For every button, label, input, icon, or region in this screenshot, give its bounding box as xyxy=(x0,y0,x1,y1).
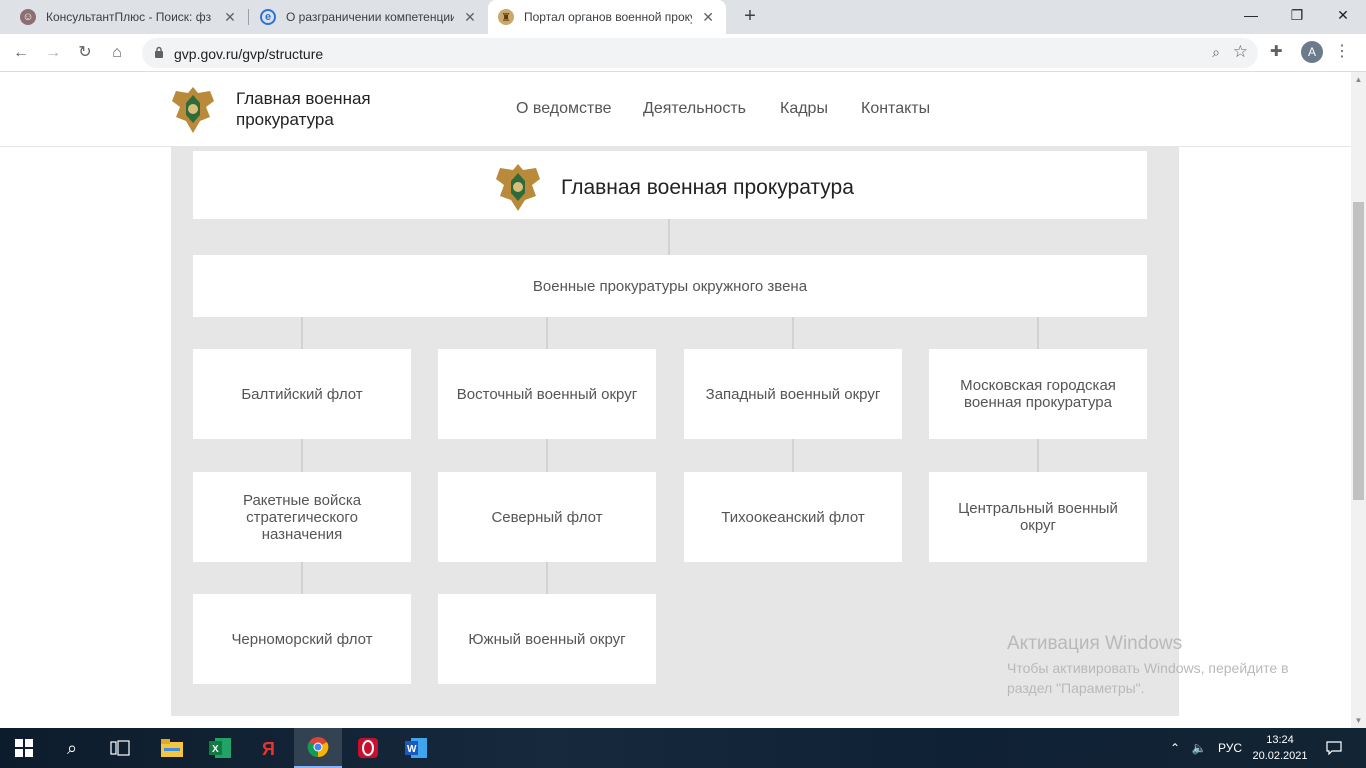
language-indicator[interactable]: РУС xyxy=(1216,728,1244,768)
edge-e-icon: e xyxy=(260,9,276,25)
taskbar-clock[interactable]: 13:24 20.02.2021 xyxy=(1252,732,1308,764)
connector-line xyxy=(1037,439,1039,472)
unit-moscow-city[interactable]: Московская городская военная прокуратура xyxy=(929,349,1147,439)
connector-line xyxy=(301,562,303,594)
reload-icon[interactable]: ↻ xyxy=(72,40,98,66)
connector-line xyxy=(301,317,303,349)
close-icon[interactable]: ✕ xyxy=(700,9,716,26)
windows-taskbar: ⌕ X Я W ⌃ 🔈 РУС 13:24 20.02.2021 xyxy=(0,728,1366,768)
org-root-title: Главная военная прокуратура xyxy=(561,176,854,199)
tab-separator xyxy=(248,9,249,25)
start-windows-icon[interactable] xyxy=(0,728,48,768)
new-tab-button[interactable]: + xyxy=(738,5,762,29)
extensions-puzzle-icon[interactable]: ✚ xyxy=(1270,42,1283,60)
scroll-up-icon[interactable]: ▲ xyxy=(1351,72,1366,87)
emblem-icon: ♜ xyxy=(498,9,514,25)
clock-time: 13:24 xyxy=(1266,734,1294,746)
volume-icon[interactable]: 🔈 xyxy=(1188,728,1210,768)
chrome-icon[interactable] xyxy=(294,728,342,768)
excel-icon[interactable]: X xyxy=(196,728,244,768)
profile-avatar[interactable]: A xyxy=(1301,41,1323,63)
zoom-icon[interactable]: ⌕ xyxy=(1212,44,1220,61)
notifications-icon[interactable] xyxy=(1322,728,1346,768)
close-icon[interactable]: ✕ xyxy=(222,9,238,26)
connector-line xyxy=(668,219,670,255)
nav-contacts[interactable]: Контакты xyxy=(861,100,930,118)
emblem-icon xyxy=(496,164,540,211)
nav-staff[interactable]: Кадры xyxy=(780,100,828,118)
tab-consultant[interactable]: ☺ КонсультантПлюс - Поиск: фз о ✕ xyxy=(10,0,248,34)
unit-northern-fleet[interactable]: Северный флот xyxy=(438,472,656,562)
svg-text:X: X xyxy=(212,744,219,755)
tab-title: Портал органов военной прокуратуры xyxy=(524,10,692,24)
nav-about[interactable]: О ведомстве xyxy=(516,100,612,118)
svg-text:W: W xyxy=(407,744,417,755)
file-explorer-icon[interactable] xyxy=(148,728,196,768)
activation-watermark-title: Активация Windows xyxy=(1007,633,1183,654)
tray-chevron-icon[interactable]: ⌃ xyxy=(1166,728,1184,768)
address-bar[interactable]: gvp.gov.ru/gvp/structure ⌕ ☆ xyxy=(142,38,1258,68)
svg-text:Я: Я xyxy=(262,739,275,758)
connector-line xyxy=(1037,317,1039,349)
connector-line xyxy=(792,317,794,349)
minimize-icon[interactable]: — xyxy=(1228,0,1274,34)
yandex-browser-icon[interactable]: Я xyxy=(244,728,292,768)
site-title[interactable]: Главная военная прокуратура xyxy=(236,88,416,130)
unit-southern-district[interactable]: Южный военный округ xyxy=(438,594,656,684)
forward-icon[interactable]: → xyxy=(40,40,66,66)
activation-watermark-text: Чтобы активировать Windows, перейдите в … xyxy=(1007,660,1289,696)
org-level-box: Военные прокуратуры окружного звена xyxy=(193,255,1147,317)
structure-panel: Главная военная прокуратура Военные прок… xyxy=(171,147,1179,716)
tab-title: О разграничении компетенции xyxy=(286,10,454,24)
unit-pacific-fleet[interactable]: Тихоокеанский флот xyxy=(684,472,902,562)
unit-black-sea-fleet[interactable]: Черноморский флот xyxy=(193,594,411,684)
clock-date: 20.02.2021 xyxy=(1252,750,1308,762)
consultant-icon: ☺ xyxy=(20,9,36,25)
restore-icon[interactable]: ❐ xyxy=(1274,0,1320,34)
tab-competence[interactable]: e О разграничении компетенции ✕ xyxy=(250,0,488,34)
scroll-down-icon[interactable]: ▼ xyxy=(1351,713,1366,728)
nav-activity[interactable]: Деятельность xyxy=(643,100,746,118)
word-icon[interactable]: W xyxy=(392,728,440,768)
red-app-icon[interactable] xyxy=(344,728,392,768)
connector-line xyxy=(546,562,548,594)
unit-central-district[interactable]: Центральный военный округ xyxy=(929,472,1147,562)
connector-line xyxy=(546,439,548,472)
search-icon[interactable]: ⌕ xyxy=(48,728,96,768)
unit-baltic-fleet[interactable]: Балтийский флот xyxy=(193,349,411,439)
menu-kebab-icon[interactable]: ⋮ xyxy=(1332,41,1352,61)
unit-eastern-district[interactable]: Восточный военный округ xyxy=(438,349,656,439)
lock-icon xyxy=(155,46,163,58)
task-view-icon[interactable] xyxy=(96,728,144,768)
connector-line xyxy=(546,317,548,349)
bookmark-star-icon[interactable]: ☆ xyxy=(1233,42,1248,62)
home-icon[interactable]: ⌂ xyxy=(104,40,130,66)
browser-tab-strip: ☺ КонсультантПлюс - Поиск: фз о ✕ e О ра… xyxy=(0,0,1366,34)
connector-line xyxy=(301,439,303,472)
close-icon[interactable]: ✕ xyxy=(462,9,478,26)
site-header: Главная военная прокуратура О ведомстве … xyxy=(0,72,1351,147)
browser-toolbar: ← → ↻ ⌂ gvp.gov.ru/gvp/structure ⌕ ☆ xyxy=(0,34,1366,72)
org-root-box: Главная военная прокуратура xyxy=(193,151,1147,219)
url-text: gvp.gov.ru/gvp/structure xyxy=(174,46,324,62)
scroll-thumb[interactable] xyxy=(1353,202,1364,500)
unit-western-district[interactable]: Западный военный округ xyxy=(684,349,902,439)
window-close-icon[interactable]: ✕ xyxy=(1320,0,1366,34)
back-icon[interactable]: ← xyxy=(8,40,34,66)
page-scrollbar[interactable]: ▲ ▼ xyxy=(1351,72,1366,728)
unit-strategic-missile-forces[interactable]: Ракетные войска стратегического назначен… xyxy=(193,472,411,562)
tab-gvp-portal[interactable]: ♜ Портал органов военной прокуратуры ✕ xyxy=(488,0,726,34)
connector-line xyxy=(792,439,794,472)
tab-title: КонсультантПлюс - Поиск: фз о xyxy=(46,10,214,24)
emblem-logo-icon[interactable] xyxy=(170,83,216,135)
